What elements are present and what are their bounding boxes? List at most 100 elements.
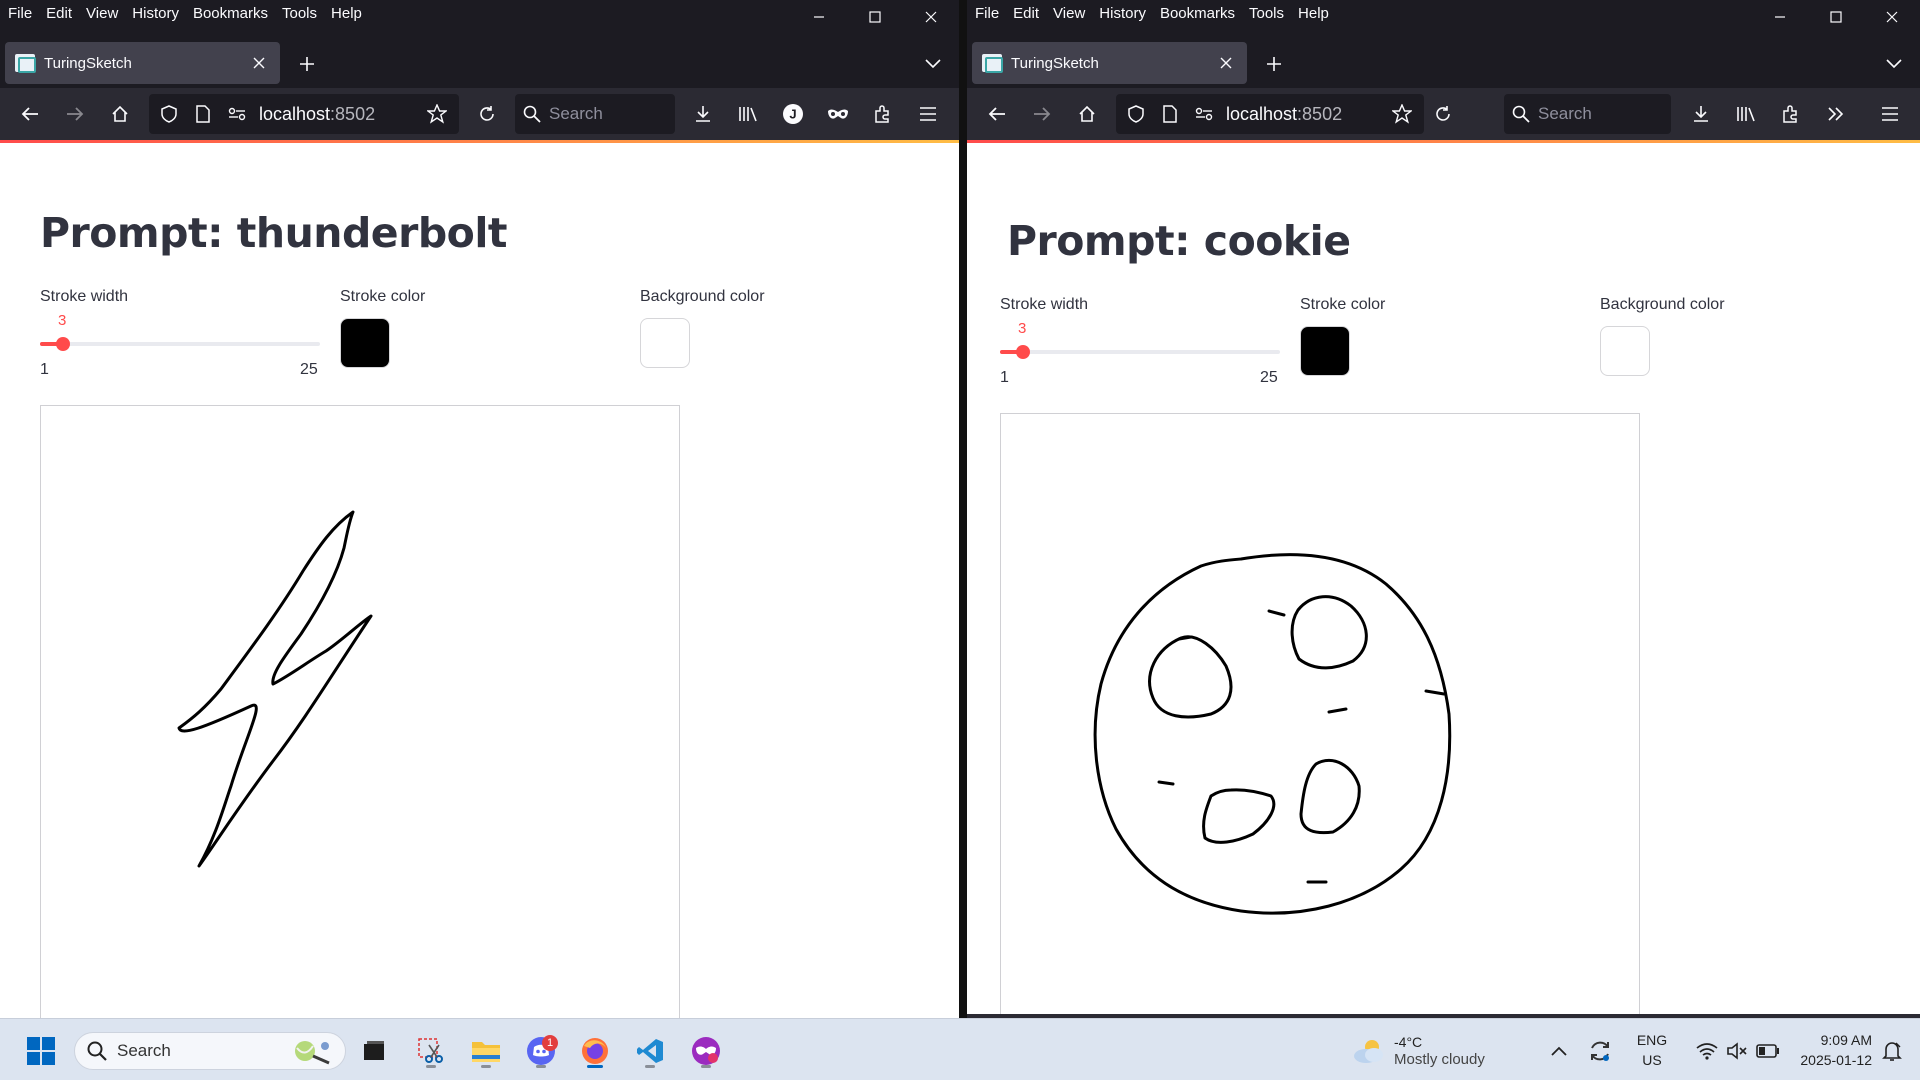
menu-file[interactable]: File [975, 5, 999, 22]
shield-icon[interactable] [1122, 100, 1150, 128]
minimize-button[interactable] [1752, 0, 1808, 34]
window-controls [1752, 0, 1920, 34]
stroke-color-picker[interactable] [1300, 326, 1350, 376]
list-all-tabs-button[interactable] [917, 48, 949, 80]
forward-button[interactable] [1024, 96, 1060, 132]
menu-help[interactable]: Help [1298, 5, 1329, 22]
url-bar[interactable]: localhost:8502 [149, 94, 459, 134]
close-window-button[interactable] [1864, 0, 1920, 34]
new-tab-button[interactable] [1258, 48, 1290, 80]
library-button[interactable] [730, 96, 766, 132]
tab-close-button[interactable] [1215, 52, 1237, 74]
background-color-picker[interactable] [640, 318, 690, 368]
show-hidden-icons-button[interactable] [1543, 1032, 1575, 1070]
search-box[interactable]: Search [515, 94, 675, 134]
notifications-button[interactable] [1876, 1032, 1908, 1070]
menu-history[interactable]: History [1099, 5, 1146, 22]
account-avatar-icon: J [783, 104, 803, 124]
home-button[interactable] [102, 96, 138, 132]
maximize-button[interactable] [1808, 0, 1864, 34]
tab-turingsketch[interactable]: TuringSketch [972, 42, 1247, 84]
menu-help[interactable]: Help [331, 5, 362, 22]
running-indicator [701, 1065, 711, 1068]
taskbar: Search 1 -4°C Mostly cloudy ENG US 9:09 … [0, 1018, 1920, 1080]
app-menu-button[interactable] [1872, 96, 1908, 132]
close-window-button[interactable] [903, 0, 959, 34]
bookmark-star-icon[interactable] [1388, 100, 1416, 128]
file-explorer-button[interactable] [467, 1032, 505, 1070]
drawing-canvas[interactable] [40, 405, 680, 1018]
extensions-button[interactable] [865, 96, 901, 132]
reload-button[interactable] [469, 96, 505, 132]
back-button[interactable] [12, 96, 48, 132]
back-button[interactable] [979, 96, 1015, 132]
permissions-icon[interactable] [223, 100, 251, 128]
app-menu-button[interactable] [910, 96, 946, 132]
menu-view[interactable]: View [86, 5, 118, 22]
page-icon[interactable] [189, 100, 217, 128]
bookmark-star-icon[interactable] [423, 100, 451, 128]
app-button[interactable] [687, 1032, 725, 1070]
clock[interactable]: 9:09 AM 2025-01-12 [1780, 1030, 1872, 1070]
background-color-label: Background color [640, 288, 765, 305]
maximize-button[interactable] [847, 0, 903, 34]
menu-edit[interactable]: Edit [1013, 5, 1039, 22]
downloads-button[interactable] [1683, 96, 1719, 132]
search-box[interactable]: Search [1504, 94, 1671, 134]
url-text[interactable]: localhost:8502 [1226, 104, 1382, 125]
reload-button[interactable] [1425, 96, 1461, 132]
minimize-button[interactable] [791, 0, 847, 34]
language-indicator[interactable]: ENG US [1630, 1030, 1674, 1070]
maximize-icon [1830, 11, 1842, 23]
tab-turingsketch[interactable]: TuringSketch [5, 42, 280, 84]
menu-edit[interactable]: Edit [46, 5, 72, 22]
menu-file[interactable]: File [8, 5, 32, 22]
slider-thumb[interactable] [56, 337, 71, 351]
menu-view[interactable]: View [1053, 5, 1085, 22]
close-icon [1886, 11, 1898, 23]
library-button[interactable] [1728, 96, 1764, 132]
private-browsing-button[interactable] [820, 96, 856, 132]
search-icon [87, 1041, 107, 1061]
account-button[interactable]: J [775, 96, 811, 132]
browser-window-left: File Edit View History Bookmarks Tools H… [0, 0, 959, 1018]
extensions-button[interactable] [1773, 96, 1809, 132]
downloads-button[interactable] [685, 96, 721, 132]
maximize-icon [869, 11, 881, 23]
menu-history[interactable]: History [132, 5, 179, 22]
discord-button[interactable]: 1 [522, 1032, 560, 1070]
vscode-button[interactable] [631, 1032, 669, 1070]
stroke-color-picker[interactable] [340, 318, 390, 368]
task-view-button[interactable] [355, 1032, 393, 1070]
sync-button[interactable] [1582, 1032, 1618, 1070]
firefox-button[interactable] [576, 1032, 614, 1070]
drawing-canvas[interactable] [1000, 413, 1640, 1014]
search-highlight-icon [295, 1041, 330, 1065]
home-icon [1079, 105, 1095, 122]
url-text[interactable]: localhost:8502 [259, 104, 417, 125]
shield-icon[interactable] [155, 100, 183, 128]
stroke-width-slider[interactable] [40, 337, 320, 351]
page-content: Prompt: cookie Stroke width 3 1 25 Strok… [967, 143, 1920, 1014]
url-bar[interactable]: localhost:8502 [1116, 94, 1424, 134]
forward-button[interactable] [57, 96, 93, 132]
tab-close-button[interactable] [248, 52, 270, 74]
start-button[interactable] [22, 1032, 60, 1070]
menu-tools[interactable]: Tools [282, 5, 317, 22]
more-tools-button[interactable] [1818, 96, 1854, 132]
menu-tools[interactable]: Tools [1249, 5, 1284, 22]
menu-bookmarks[interactable]: Bookmarks [193, 5, 268, 22]
list-all-tabs-button[interactable] [1878, 48, 1910, 80]
search-icon [523, 105, 541, 123]
stroke-width-slider[interactable] [1000, 345, 1280, 359]
home-button[interactable] [1069, 96, 1105, 132]
page-icon[interactable] [1156, 100, 1184, 128]
permissions-icon[interactable] [1190, 100, 1218, 128]
weather-widget[interactable]: -4°C Mostly cloudy [1352, 1033, 1485, 1069]
background-color-picker[interactable] [1600, 326, 1650, 376]
menu-bookmarks[interactable]: Bookmarks [1160, 5, 1235, 22]
snipping-tool-button[interactable] [412, 1032, 450, 1070]
new-tab-button[interactable] [291, 48, 323, 80]
taskbar-search[interactable]: Search [74, 1032, 346, 1070]
slider-thumb[interactable] [1016, 345, 1031, 359]
